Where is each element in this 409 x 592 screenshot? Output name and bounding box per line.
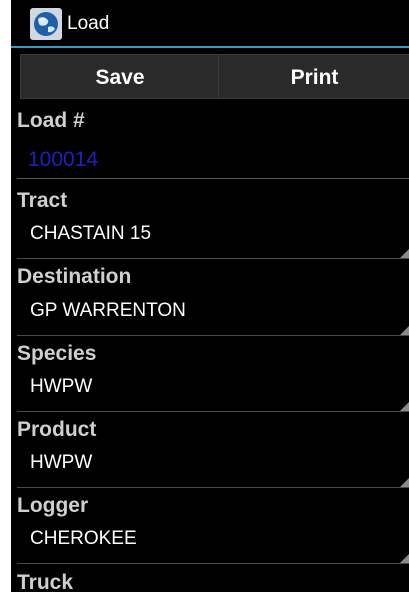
destination-underline bbox=[17, 335, 409, 336]
tract-dropdown[interactable]: CHASTAIN 15 bbox=[17, 215, 409, 259]
product-label: Product bbox=[17, 418, 97, 441]
print-button[interactable]: Print bbox=[218, 54, 409, 99]
dropdown-corner-icon bbox=[400, 554, 409, 563]
species-dropdown[interactable]: HWPW bbox=[17, 368, 409, 412]
tract-value: CHASTAIN 15 bbox=[30, 223, 152, 244]
species-underline bbox=[17, 411, 409, 412]
destination-value: GP WARRENTON bbox=[30, 300, 186, 321]
product-value: HWPW bbox=[30, 452, 93, 473]
save-button[interactable]: Save bbox=[20, 54, 220, 99]
destination-dropdown[interactable]: GP WARRENTON bbox=[17, 292, 409, 336]
logger-dropdown[interactable]: CHEROKEE bbox=[17, 520, 409, 564]
load-number-field[interactable]: 100014 bbox=[28, 148, 98, 172]
title-divider bbox=[11, 46, 409, 48]
product-dropdown[interactable]: HWPW bbox=[17, 444, 409, 488]
logger-underline bbox=[17, 563, 409, 564]
dropdown-corner-icon bbox=[400, 478, 409, 487]
load-number-label: Load # bbox=[17, 109, 85, 132]
tract-label: Tract bbox=[17, 189, 68, 212]
title-bar: Load bbox=[11, 0, 409, 48]
truck-label: Truck bbox=[17, 571, 74, 592]
app-screen: Load Save Print Load # 100014 Tract CHAS… bbox=[11, 0, 409, 592]
product-underline bbox=[17, 487, 409, 488]
species-value: HWPW bbox=[30, 376, 93, 397]
dropdown-corner-icon bbox=[400, 249, 409, 258]
logger-label: Logger bbox=[17, 494, 89, 517]
logger-value: CHEROKEE bbox=[30, 528, 137, 549]
window-title: Load bbox=[67, 13, 110, 34]
species-label: Species bbox=[17, 342, 97, 365]
dropdown-corner-icon bbox=[400, 326, 409, 335]
tract-underline bbox=[17, 258, 409, 259]
load-number-underline bbox=[17, 178, 409, 179]
destination-label: Destination bbox=[17, 265, 132, 288]
globe-icon bbox=[30, 8, 62, 40]
dropdown-corner-icon bbox=[400, 402, 409, 411]
